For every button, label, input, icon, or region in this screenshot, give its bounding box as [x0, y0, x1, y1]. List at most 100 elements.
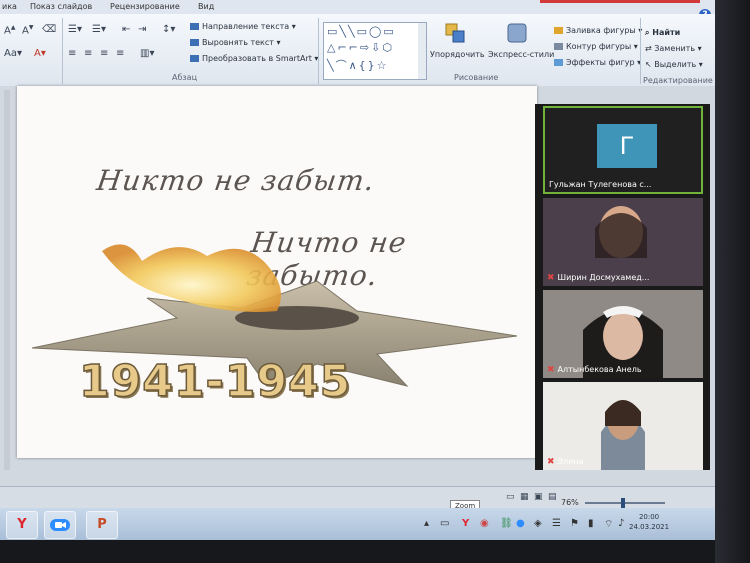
text-direction-label: Направление текста: [202, 22, 290, 31]
status-bar: ▭ ▦ ▣ ▤: [0, 486, 715, 509]
tray-app-icon[interactable]: ☰: [552, 518, 561, 529]
paragraph-group-label: Абзац: [172, 73, 198, 82]
tray-wifi-icon[interactable]: ⌔: [604, 518, 613, 531]
decrease-indent-icon[interactable]: ⇤: [122, 24, 130, 35]
font-color-icon[interactable]: A▾: [34, 48, 46, 59]
monitor-bezel: [715, 0, 750, 563]
tray-yandex-icon[interactable]: Y: [462, 518, 469, 529]
yandex-browser-icon[interactable]: Y: [6, 511, 38, 539]
replace-button[interactable]: ⇄ Заменить ▾: [645, 44, 702, 53]
shape-outline-icon: [554, 43, 563, 50]
tray-up-arrow-icon[interactable]: ▴: [424, 518, 429, 529]
express-styles-button[interactable]: Экспресс-стили: [488, 50, 554, 59]
tray-app-icon[interactable]: ▭: [440, 518, 449, 529]
tray-network-icon[interactable]: ⛓: [500, 518, 513, 529]
find-label: Найти: [652, 28, 681, 37]
tab-animation[interactable]: ика: [2, 2, 17, 11]
text-direction-button[interactable]: Направление текста ▾: [190, 22, 296, 31]
arrange-button[interactable]: Упорядочить: [430, 50, 485, 59]
line-spacing-icon[interactable]: ↕▾: [162, 24, 175, 35]
tray-battery-icon[interactable]: ▮: [588, 518, 594, 529]
increase-indent-icon[interactable]: ⇥: [138, 24, 146, 35]
taskbar: Y P ▴ ▭ Y ◉ ⛓ ● ◈ ☰ ⚑ ▮ ⌔ ♪: [0, 508, 715, 540]
editing-group-label: Редактирование: [643, 76, 713, 85]
separator: [62, 18, 63, 84]
zoom-app-icon[interactable]: [44, 511, 76, 539]
align-left-icon[interactable]: ≡: [68, 48, 76, 59]
tray-app-icon[interactable]: ◈: [534, 518, 542, 529]
align-right-icon[interactable]: ≡: [100, 48, 108, 59]
participant-name-text: Элина: [557, 457, 584, 466]
view-reading-icon[interactable]: ▣: [534, 492, 543, 502]
separator: [640, 18, 641, 84]
vertical-ruler: [4, 90, 10, 470]
numbering-icon[interactable]: ☰▾: [92, 24, 106, 35]
zoom-level[interactable]: 76%: [561, 498, 579, 507]
express-styles-icon: [506, 22, 528, 44]
shape-fill-icon: [554, 27, 563, 34]
grow-font-icon[interactable]: A▲: [4, 24, 15, 36]
replace-label: Заменить: [654, 44, 696, 53]
tray-app-icon[interactable]: ◉: [480, 518, 489, 529]
tab-slideshow[interactable]: Показ слайдов: [30, 2, 92, 11]
justify-icon[interactable]: ≡: [116, 48, 124, 59]
view-slideshow-icon[interactable]: ▤: [548, 492, 557, 502]
zoom-slider[interactable]: [585, 502, 665, 504]
shapes-row: △⌐⌐⇨⇩⬡: [327, 41, 394, 54]
participant-tile-active[interactable]: Г Гульжан Тулегенова с...: [543, 106, 703, 194]
shape-outline-label: Контур фигуры: [566, 42, 632, 51]
participant-name: ✖ Алтынбекова Анель: [547, 365, 642, 375]
clock-time: 20:00: [638, 513, 660, 521]
select-button[interactable]: ↖ Выделить ▾: [645, 60, 703, 69]
tray-zoom-icon[interactable]: ●: [516, 518, 525, 529]
participant-tile[interactable]: ✖ Элина: [543, 382, 703, 470]
tab-view[interactable]: Вид: [198, 2, 214, 11]
participant-name: Гульжан Тулегенова с...: [549, 180, 652, 189]
align-text-label: Выровнять текст: [202, 38, 274, 47]
muted-mic-icon: ✖: [547, 365, 555, 375]
powerpoint-icon[interactable]: P: [86, 511, 118, 539]
shape-effects-button[interactable]: Эффекты фигур ▾: [554, 58, 641, 67]
tray-volume-icon[interactable]: ♪: [618, 518, 624, 529]
columns-icon[interactable]: ▥▾: [140, 48, 154, 59]
clock-date: 24.03.2021: [629, 523, 670, 531]
avatar: Г: [597, 124, 657, 168]
participant-tile[interactable]: ✖ Алтынбекова Анель: [543, 290, 703, 378]
shape-outline-button[interactable]: Контур фигуры ▾: [554, 42, 638, 51]
clear-format-icon[interactable]: ⌫: [42, 24, 56, 35]
slide-years: 1941-1945: [78, 355, 352, 408]
screen: ика Показ слайдов Рецензирование Вид ? A…: [0, 0, 715, 540]
bullets-icon[interactable]: ☰▾: [68, 24, 82, 35]
find-button[interactable]: ⌕ Найти: [645, 28, 680, 38]
shapes-row: ╲⌒∧{}☆: [327, 59, 389, 72]
ribbon-tab-bar: ика Показ слайдов Рецензирование Вид: [0, 0, 715, 14]
align-text-button[interactable]: Выровнять текст ▾: [190, 38, 281, 47]
muted-mic-icon: ✖: [547, 457, 555, 467]
shape-effects-label: Эффекты фигур: [566, 58, 635, 67]
shape-effects-icon: [554, 59, 563, 66]
shapes-gallery-scroll[interactable]: [418, 22, 427, 80]
shapes-gallery[interactable]: ▭╲╲▭◯▭ △⌐⌐⇨⇩⬡ ╲⌒∧{}☆: [323, 22, 420, 80]
slide[interactable]: Никто не забыт. Ничто не забыто. 1941-19…: [17, 86, 537, 458]
ribbon: A▲ A▼ ⌫ Aa▾ A▾ ☰▾ ☰▾ ⇤ ⇥ ↕▾ ≡ ≡ ≡ ≡ ▥▾ Н…: [0, 14, 715, 87]
separator: [318, 18, 319, 84]
taskbar-clock[interactable]: 20:00 24.03.2021: [629, 512, 669, 532]
shrink-font-icon[interactable]: A▼: [22, 24, 33, 36]
view-sorter-icon[interactable]: ▦: [520, 492, 529, 502]
participant-name-text: Алтынбекова Анель: [557, 365, 642, 374]
align-center-icon[interactable]: ≡: [84, 48, 92, 59]
convert-smartart-button[interactable]: Преобразовать в SmartArt ▾: [190, 54, 318, 63]
shape-fill-button[interactable]: Заливка фигуры ▾: [554, 26, 642, 35]
tray-flag-icon[interactable]: ⚑: [570, 518, 579, 529]
monitor-bezel: [0, 540, 715, 563]
shape-fill-label: Заливка фигуры: [566, 26, 636, 35]
participant-tile[interactable]: ✖ Ширин Досмухамед...: [543, 198, 703, 286]
view-normal-icon[interactable]: ▭: [506, 492, 515, 502]
change-case-icon[interactable]: Aa▾: [4, 48, 22, 59]
smartart-icon: [190, 55, 199, 62]
tab-review[interactable]: Рецензирование: [110, 2, 180, 11]
participant-name: ✖ Ширин Досмухамед...: [547, 273, 649, 283]
zoom-slider-knob[interactable]: [621, 498, 625, 508]
window-title-strip: [540, 0, 700, 3]
participants-panel: Г Гульжан Тулегенова с... ✖ Ширин Досмуха…: [535, 104, 710, 470]
